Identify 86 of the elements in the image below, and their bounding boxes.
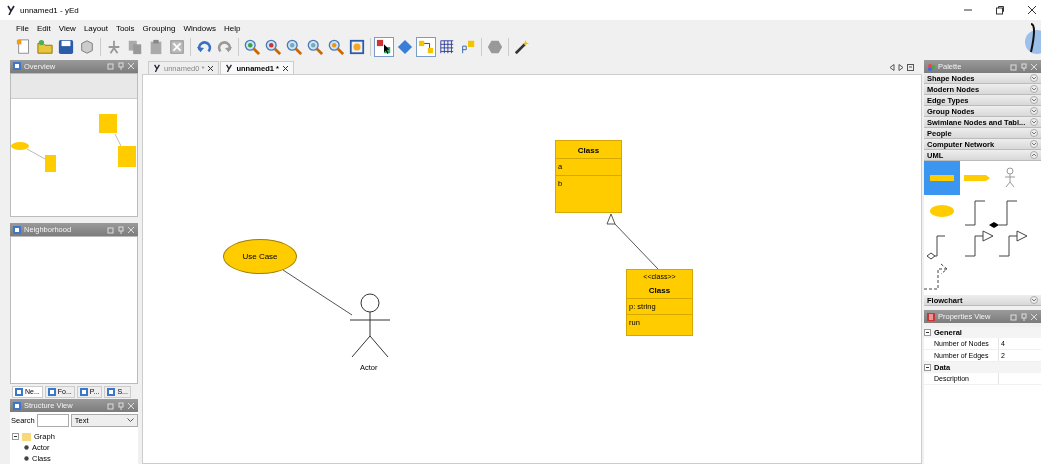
- collapse-icon[interactable]: [12, 433, 19, 440]
- close-icon[interactable]: [281, 64, 289, 72]
- collapse-icon[interactable]: [924, 329, 931, 336]
- panel-icon: [13, 225, 21, 234]
- select-icon: [376, 39, 392, 55]
- generalization-arrow: [606, 213, 659, 270]
- panel-icon: [13, 401, 21, 410]
- pin-icon[interactable]: [1020, 62, 1028, 71]
- grid-icon: [439, 39, 455, 55]
- magnifier-icon: [328, 39, 344, 55]
- delete-icon: [169, 39, 185, 55]
- use-case-node: Use Case: [223, 239, 297, 274]
- menu-item[interactable]: Edit: [32, 23, 55, 33]
- float-icon[interactable]: [1010, 312, 1018, 321]
- floppy-icon: [58, 39, 74, 55]
- chevron-down-icon: [127, 417, 134, 423]
- app-icon: [6, 5, 16, 15]
- float-icon[interactable]: [107, 225, 115, 234]
- toolbar-button[interactable]: [374, 37, 394, 57]
- float-icon[interactable]: [1010, 62, 1018, 71]
- chevron-down-icon: [1030, 96, 1038, 104]
- undo-icon: [196, 39, 212, 55]
- tab-list-icon[interactable]: [907, 63, 914, 71]
- document-icon: [16, 39, 32, 55]
- window-title: unnamed1 - yEd: [20, 5, 79, 15]
- app-icon: [225, 64, 234, 72]
- float-icon[interactable]: [107, 62, 115, 71]
- zoom-out-icon: [265, 39, 281, 55]
- folder-icon: [37, 39, 53, 55]
- panel-icon: [107, 387, 116, 396]
- left-arrow-icon[interactable]: [889, 63, 895, 71]
- pin-icon[interactable]: [117, 62, 125, 71]
- panel-icon: [13, 62, 21, 71]
- redo-icon: [217, 39, 233, 55]
- chevron-up-icon: [1030, 151, 1038, 159]
- menu-item[interactable]: Layout: [79, 23, 112, 33]
- panel-icon: [15, 387, 23, 396]
- app-icon: [153, 64, 161, 72]
- palette-icon: [927, 62, 935, 71]
- chevron-down-icon: [1030, 74, 1038, 82]
- menu-item[interactable]: Tools: [111, 23, 139, 33]
- menu-item[interactable]: Windows: [179, 23, 220, 33]
- toolbar-button[interactable]: [56, 37, 76, 57]
- clipboard-icon: [148, 39, 164, 55]
- class-name: Class: [576, 146, 601, 155]
- magnifier-icon: [307, 39, 323, 55]
- search-field[interactable]: [36, 413, 69, 427]
- chevron-down-icon: [1030, 85, 1038, 93]
- menu-item[interactable]: View: [54, 23, 80, 33]
- float-icon[interactable]: [107, 401, 115, 410]
- magnifier-icon: [286, 39, 302, 55]
- menu-item[interactable]: Help: [220, 23, 245, 33]
- actor-figure: [349, 293, 391, 358]
- chevron-down-icon: [1030, 140, 1038, 148]
- node-icon: [24, 456, 29, 461]
- magic-wand-icon: [514, 39, 530, 55]
- hexagon-icon: [487, 39, 503, 55]
- chevron-down-icon: [1030, 107, 1038, 115]
- association-line: [282, 269, 353, 316]
- close-icon[interactable]: [207, 64, 215, 72]
- panel-icon: [79, 387, 88, 396]
- folder-icon: [22, 432, 31, 441]
- node-icon: [24, 445, 29, 450]
- pin-icon[interactable]: [117, 401, 125, 410]
- panel-icon: [47, 387, 56, 396]
- port-icon: [460, 39, 476, 55]
- properties-icon: [927, 312, 935, 321]
- right-arrow-icon[interactable]: [898, 63, 904, 71]
- pin-icon[interactable]: [1020, 312, 1028, 321]
- orthogonal-edge-icon: [418, 39, 434, 55]
- chevron-down-icon: [1030, 118, 1038, 126]
- close-icon[interactable]: [1027, 5, 1037, 15]
- scissors-icon: [106, 39, 122, 55]
- copy-icon: [127, 39, 143, 55]
- chevron-down-icon: [1030, 129, 1038, 137]
- class-name: Class: [647, 286, 672, 295]
- move-icon: [397, 39, 413, 55]
- fit-icon: [349, 39, 365, 55]
- collapse-icon[interactable]: [924, 364, 931, 371]
- zoom-in-icon: [244, 39, 260, 55]
- chevron-down-icon: [1030, 296, 1038, 304]
- menu-item[interactable]: File: [12, 23, 33, 33]
- restore-icon[interactable]: [995, 5, 1005, 15]
- pin-icon[interactable]: [117, 225, 125, 234]
- menu-item[interactable]: Grouping: [138, 23, 180, 33]
- toolbar-button[interactable]: [512, 37, 532, 57]
